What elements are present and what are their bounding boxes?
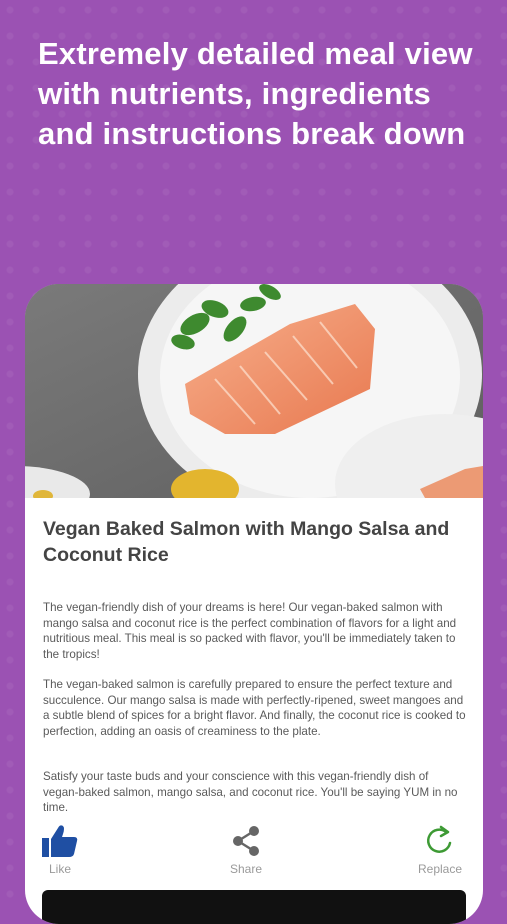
meal-photo-illustration — [25, 284, 483, 498]
promo-headline: Extremely detailed meal view with nutrie… — [38, 36, 473, 151]
meal-description-paragraph: The vegan-baked salmon is carefully prep… — [43, 678, 466, 738]
meal-card: Vegan Baked Salmon with Mango Salsa and … — [25, 284, 483, 924]
like-label: Like — [48, 862, 71, 876]
like-button[interactable]: Like — [25, 824, 95, 876]
meal-description-paragraph: Satisfy your taste buds and your conscie… — [43, 770, 458, 814]
replace-button[interactable]: Replace — [405, 824, 475, 876]
bottom-action-bar[interactable] — [42, 890, 466, 924]
thumbs-up-icon — [42, 825, 78, 857]
meal-description-paragraph: The vegan-friendly dish of your dreams i… — [43, 601, 457, 661]
meal-title: Vegan Baked Salmon with Mango Salsa and … — [43, 518, 450, 566]
share-icon — [233, 826, 259, 856]
replace-label: Replace — [417, 862, 463, 876]
share-button[interactable]: Share — [211, 824, 281, 876]
meal-photo — [25, 284, 483, 498]
share-label: Share — [229, 862, 263, 876]
refresh-icon — [427, 825, 452, 853]
